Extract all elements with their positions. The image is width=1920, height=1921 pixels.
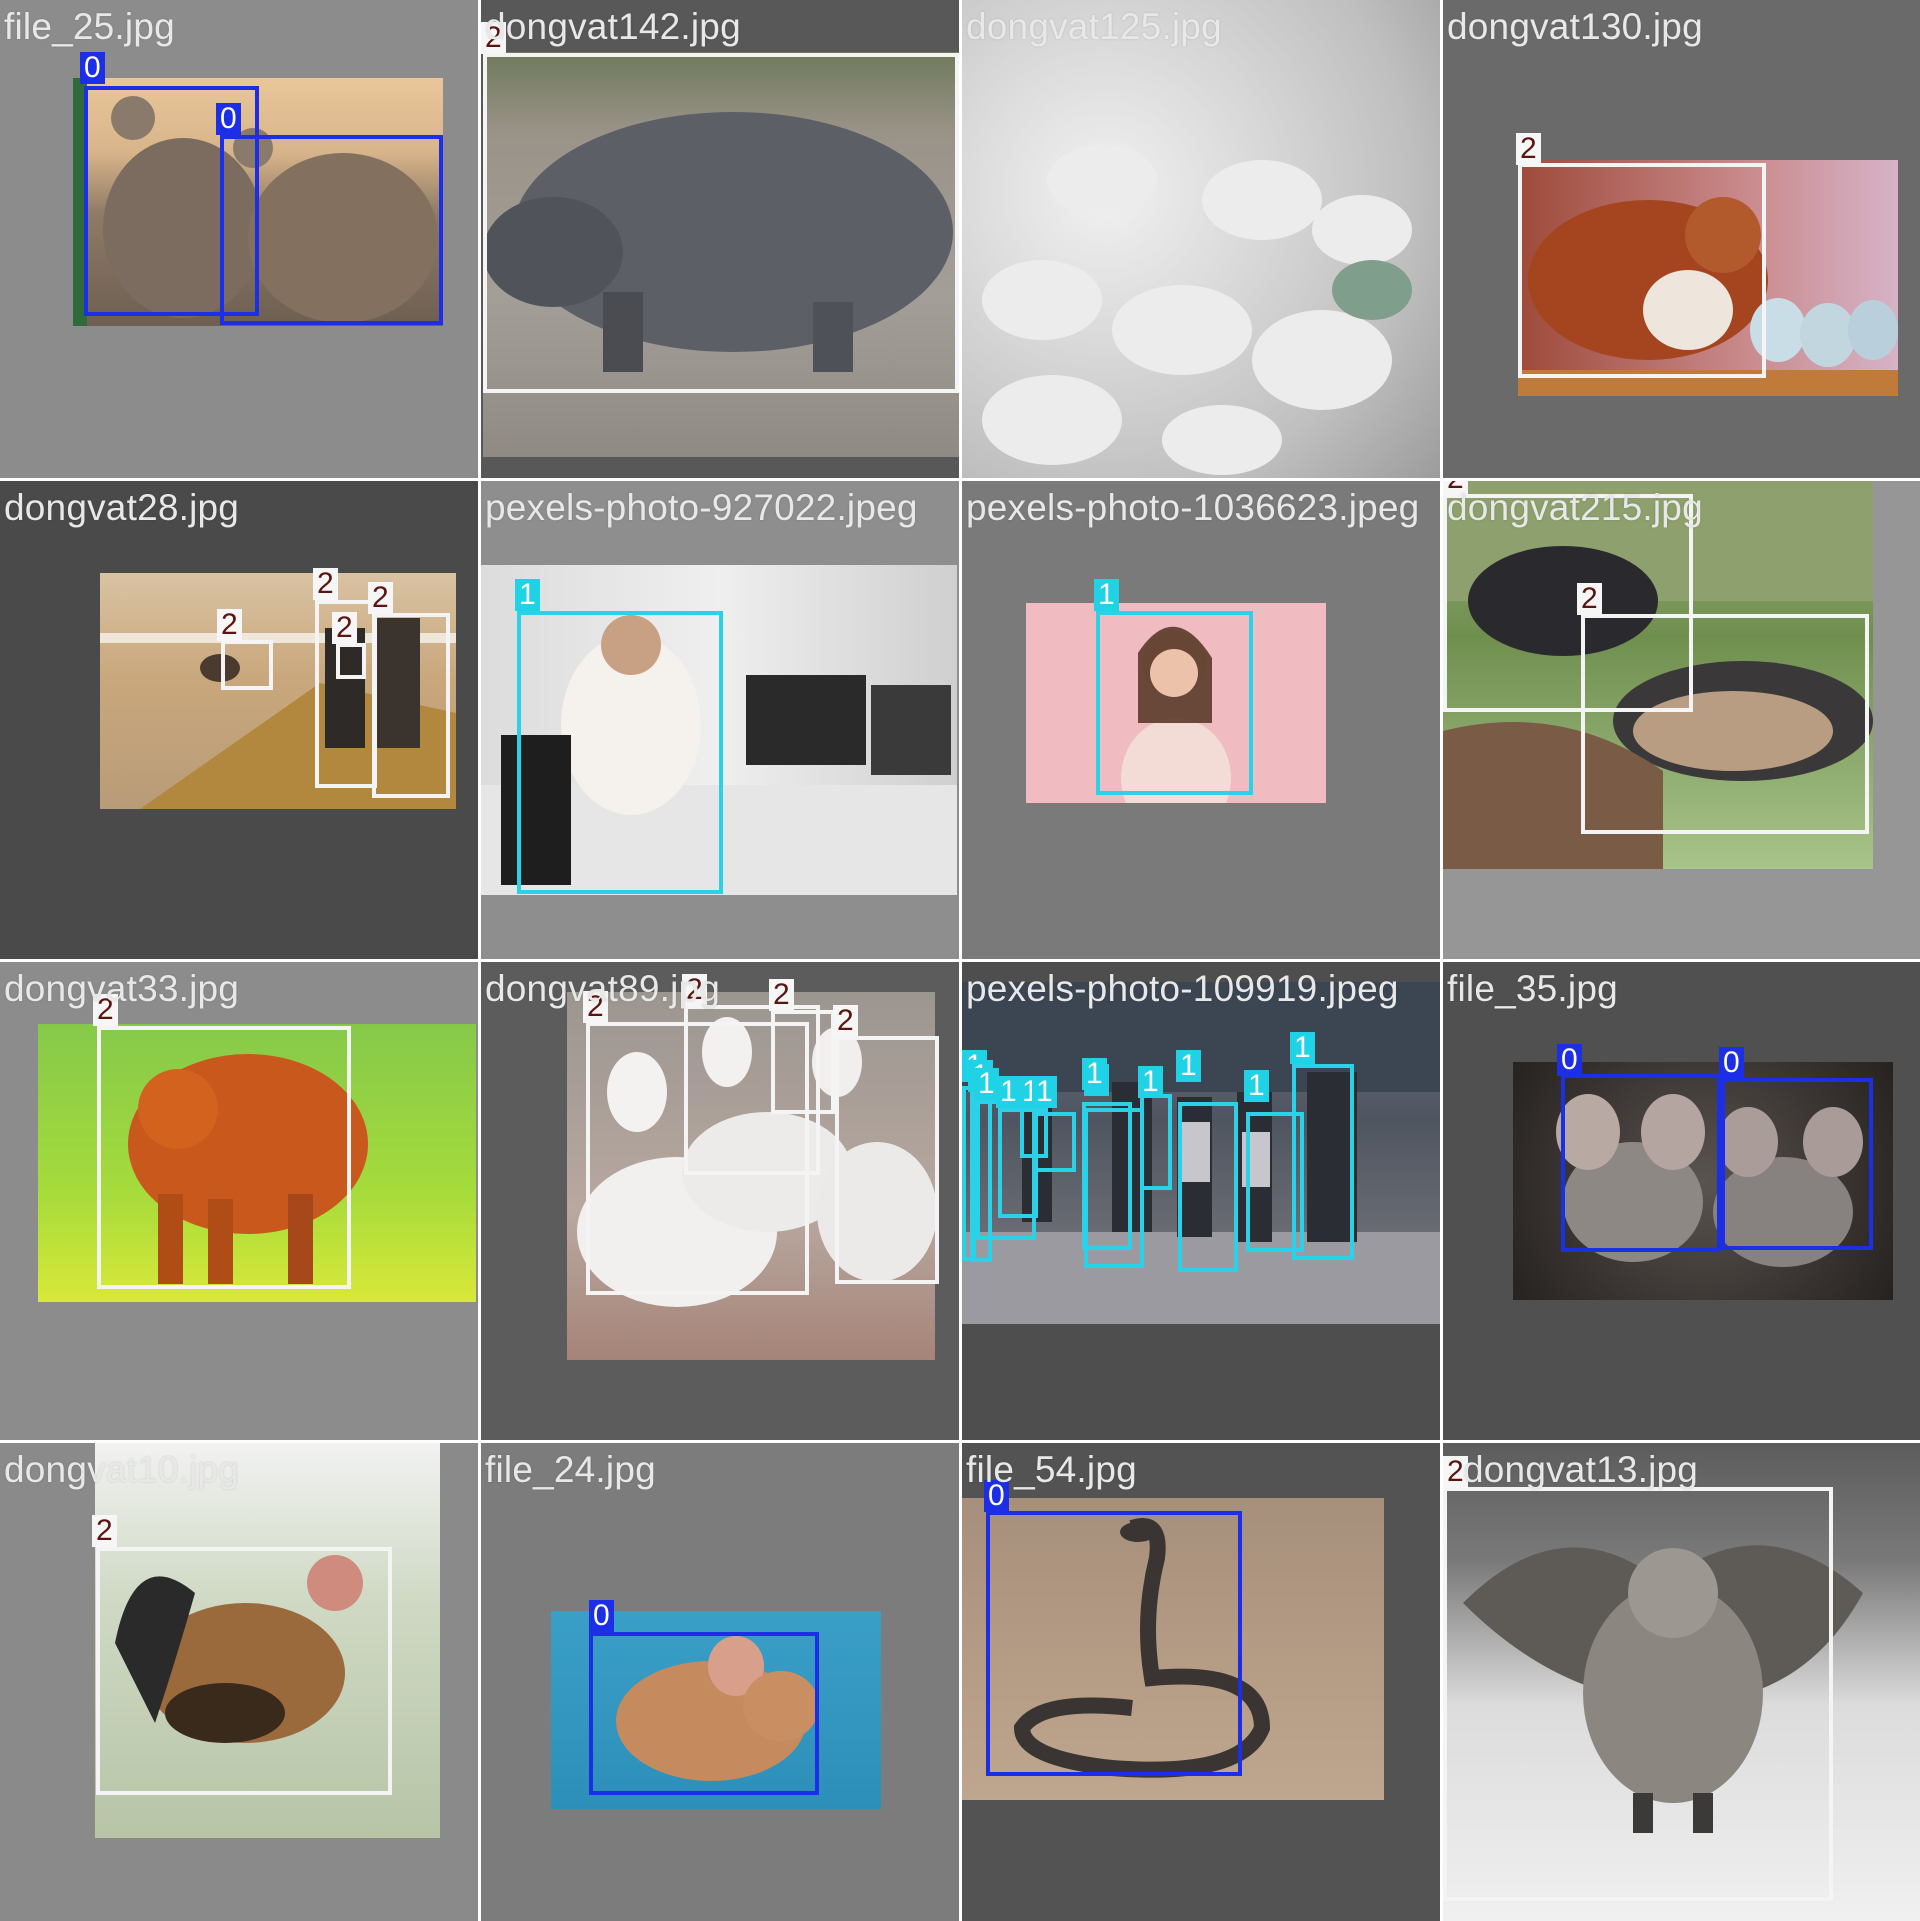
class-label: 0: [1557, 1044, 1582, 1076]
tile-pexels-1036623: 1 pexels-photo-1036623.jpeg: [962, 481, 1440, 959]
detection-box: [220, 135, 443, 325]
detection-box: [1561, 1074, 1721, 1252]
class-label: 0: [216, 103, 241, 135]
detection-box: [221, 640, 273, 690]
class-label: 1: [1176, 1050, 1201, 1082]
tile-pexels-927022: 1 pexels-photo-927022.jpeg: [481, 481, 959, 959]
class-label: 1: [1138, 1066, 1163, 1098]
class-label: 0: [589, 1600, 614, 1632]
tile-filename: dongvat125.jpg: [966, 6, 1222, 47]
class-label: 1: [515, 579, 540, 611]
class-label: 2: [313, 568, 338, 600]
detection-box: [1581, 614, 1869, 834]
tile-file-24: 0 file_24.jpg: [481, 1443, 959, 1921]
class-label: 0: [80, 52, 105, 84]
tile-dongvat33: 2 dongvat33.jpg: [0, 962, 478, 1440]
mosaic-grid: 0 0 file_25.jpg 2 dongvat142.jpg dongvat…: [0, 0, 1920, 1921]
tile-filename: file_24.jpg: [485, 1449, 656, 1490]
tile-filename: dongvat33.jpg: [4, 968, 240, 1009]
tile-filename: dongvat130.jpg: [1447, 6, 1703, 47]
tile-dongvat89: 2 2 2 2 dongvat89.jpg: [481, 962, 959, 1440]
detection-box: [1292, 1064, 1354, 1260]
class-label: 1: [1082, 1058, 1107, 1090]
tile-file-54: 0 file_54.jpg: [962, 1443, 1440, 1921]
tile-filename: file_25.jpg: [4, 6, 175, 47]
class-label: 2: [368, 582, 393, 614]
class-label: 1: [974, 1068, 999, 1100]
detection-box: [589, 1632, 819, 1795]
detection-box: [1096, 611, 1253, 795]
class-label: 0: [1719, 1047, 1744, 1079]
tile-filename: file_35.jpg: [1447, 968, 1618, 1009]
class-label: 2: [332, 612, 357, 644]
tile-filename: dongvat89.jpg: [485, 968, 721, 1009]
tile-filename: dongvat13.jpg: [1463, 1449, 1699, 1490]
class-label: 2: [92, 1515, 117, 1547]
class-label: 2: [1577, 583, 1602, 615]
tile-dongvat125: dongvat125.jpg: [962, 0, 1440, 478]
tile-dongvat10: 2 dongvat10.jpg: [0, 1443, 478, 1921]
class-label: 1: [996, 1076, 1021, 1108]
tile-file-25: 0 0 file_25.jpg: [0, 0, 478, 478]
detection-box: [835, 1036, 939, 1284]
detection-box: [96, 1547, 392, 1795]
detection-box: [1178, 1102, 1238, 1272]
tile-filename: pexels-photo-1036623.jpeg: [966, 487, 1420, 528]
tile-filename: dongvat142.jpg: [485, 6, 741, 47]
class-label: 1: [1032, 1076, 1057, 1108]
detection-box: [1140, 1094, 1172, 1190]
detection-box: [372, 613, 450, 798]
detection-box: [1721, 1078, 1873, 1250]
detection-box: [1084, 1108, 1144, 1268]
class-label: 2: [833, 1005, 858, 1037]
tile-filename: dongvat215.jpg: [1447, 487, 1703, 528]
class-label: 2: [217, 609, 242, 641]
detection-box: [336, 643, 366, 679]
tile-pexels-109919: 1 1 1 1 1 1 1 1 1 1 1 1 pexels-photo-109…: [962, 962, 1440, 1440]
photo-duck-flock: [962, 0, 1440, 478]
detection-box: [986, 1511, 1242, 1776]
detection-box: [97, 1026, 351, 1289]
tile-dongvat28: 2 2 2 2 dongvat28.jpg: [0, 481, 478, 959]
tile-dongvat13: 2 dongvat13.jpg: [1443, 1443, 1920, 1921]
class-label: 1: [1290, 1032, 1315, 1064]
detection-box: [1518, 163, 1766, 378]
detection-box: [771, 1010, 835, 1114]
class-label: 2: [1516, 133, 1541, 165]
detection-box: [1034, 1112, 1076, 1172]
tile-filename: file_54.jpg: [966, 1449, 1137, 1490]
class-label: 1: [1244, 1070, 1269, 1102]
detection-box: [1443, 1487, 1833, 1901]
tile-filename: dongvat10.jpg: [4, 1449, 240, 1490]
tile-dongvat130: 2 dongvat130.jpg: [1443, 0, 1920, 478]
tile-file-35: 0 0 file_35.jpg: [1443, 962, 1920, 1440]
tile-filename: dongvat28.jpg: [4, 487, 240, 528]
tile-filename: pexels-photo-109919.jpeg: [966, 968, 1399, 1009]
tile-dongvat142: 2 dongvat142.jpg: [481, 0, 959, 478]
class-label: 2: [769, 979, 794, 1011]
detection-box: [517, 611, 723, 894]
class-label: 1: [1094, 579, 1119, 611]
tile-filename: pexels-photo-927022.jpeg: [485, 487, 918, 528]
tile-dongvat215: 2 2 dongvat215.jpg: [1443, 481, 1920, 959]
detection-box: [483, 53, 959, 393]
